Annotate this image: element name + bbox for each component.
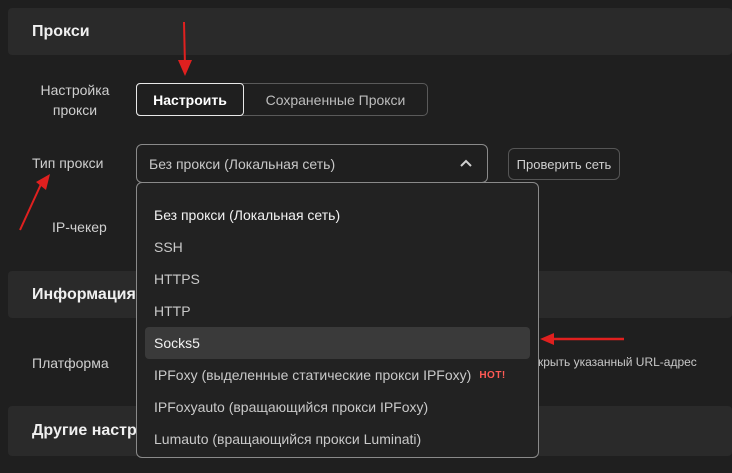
option-ipfoxy[interactable]: IPFoxy (выделенные статические прокси IP… [145,359,530,391]
proxy-settings-page: Прокси Настройка прокси Настроить Сохран… [0,0,732,473]
annotation-arrow-down-icon [178,21,192,76]
section-title-proxy: Прокси [32,22,90,40]
tab-configure[interactable]: Настроить [136,83,244,116]
proxy-type-selected-value: Без прокси (Локальная сеть) [149,155,336,172]
section-header-proxy: Прокси [8,8,732,55]
proxy-settings-label: Настройка прокси [40,82,110,118]
option-ssh[interactable]: SSH [145,231,530,263]
platform-partial-text: крыть указанный URL-адрес [538,355,697,369]
proxy-mode-tabs: Настроить Сохраненные Прокси [136,83,428,116]
hot-badge: HOT! [479,369,506,381]
option-lumauto[interactable]: Lumauto (вращающийся прокси Luminati) [145,423,530,455]
annotation-arrow-left-icon [540,333,624,345]
option-no-proxy[interactable]: Без прокси (Локальная сеть) [145,199,530,231]
platform-label: Платформа [32,355,109,371]
tab-saved-proxies[interactable]: Сохраненные Прокси [244,84,427,115]
proxy-type-dropdown: Без прокси (Локальная сеть) SSH HTTPS HT… [136,182,539,458]
section-title-info: Информация [32,285,136,303]
chevron-up-icon [460,159,472,167]
ip-checker-label: IP-чекер [52,219,107,235]
option-ipfoxyauto[interactable]: IPFoxyauto (вращающийся прокси IPFoxy) [145,391,530,423]
check-network-button[interactable]: Проверить сеть [508,148,620,180]
option-http[interactable]: HTTP [145,295,530,327]
proxy-type-select[interactable]: Без прокси (Локальная сеть) [136,144,488,183]
section-title-other: Другие настр [32,422,137,439]
option-ipfoxy-label: IPFoxy (выделенные статические прокси IP… [154,367,472,383]
option-https[interactable]: HTTPS [145,263,530,295]
annotation-arrow-diagonal-icon [19,174,50,231]
option-socks5[interactable]: Socks5 [145,327,530,359]
